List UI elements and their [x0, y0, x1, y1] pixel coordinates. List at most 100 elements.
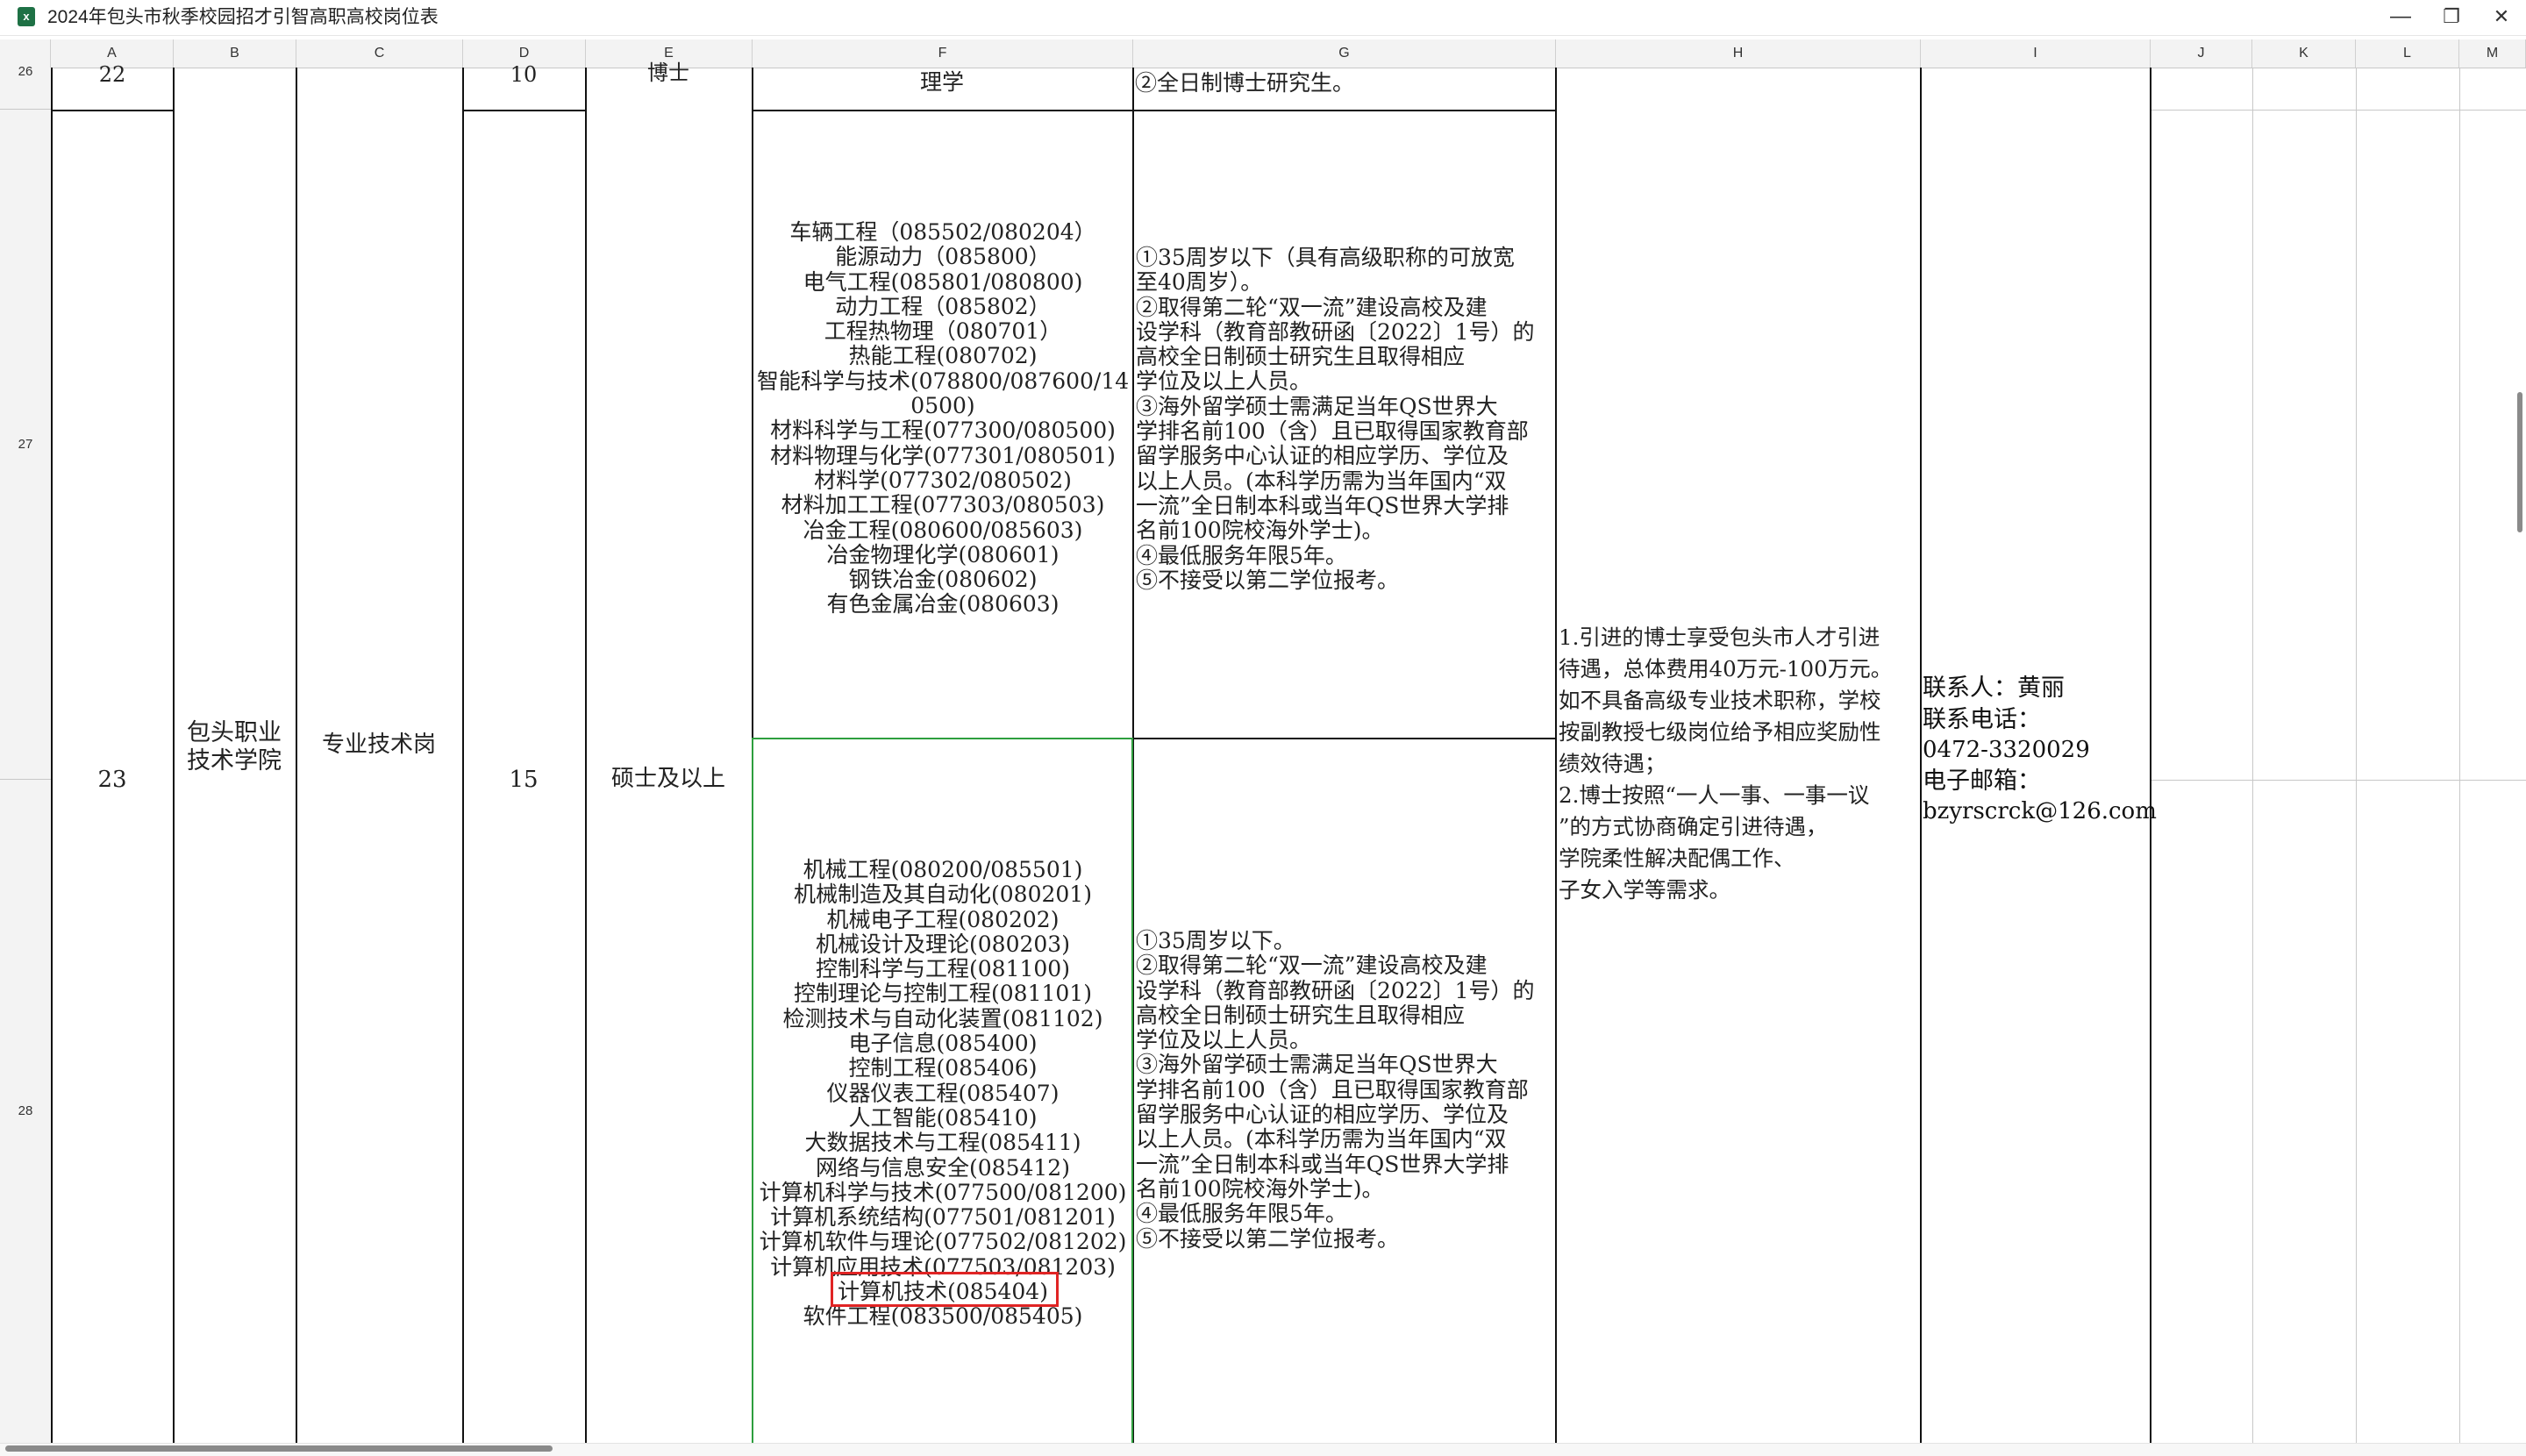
cell-g27-requirements[interactable]: ①35周岁以下（具有高级职称的可放宽 至40周岁）。 ②取得第二轮“双一流”建设高校…	[1136, 245, 1553, 593]
major-line: 智能科学与技术(078800/087600/14	[756, 368, 1130, 394]
major-line: 材料学(077302/080502)	[814, 467, 1072, 493]
major-line: 检测技术与自动化装置(081102)	[782, 1005, 1103, 1031]
major-line: 仪器仪表工程(085407)	[826, 1080, 1060, 1106]
contact-email: bzyrscrck@126.com	[1923, 798, 2157, 824]
major-line: 机械工程(080200/085501)	[803, 857, 1083, 882]
benefit-line: 按副教授七级岗位给予相应奖励性	[1559, 719, 1881, 745]
requirement-line: 学排名前100（含）且已取得国家教育部	[1136, 418, 1529, 445]
cell-d27-count[interactable]: 15	[462, 767, 585, 792]
requirement-line: 名前100院校海外学士)。	[1136, 517, 1384, 544]
major-line: 热能工程(080702)	[848, 343, 1038, 369]
contact-email-label: 电子邮箱：	[1923, 767, 2041, 794]
cell-b27-school[interactable]: 包头职业 技术学院	[173, 719, 296, 775]
major-line: 机械电子工程(080202)	[826, 906, 1060, 932]
school-name-line: 技术学院	[187, 747, 282, 774]
excel-icon: x	[18, 7, 35, 26]
major-line: 材料科学与工程(077300/080500)	[770, 418, 1116, 444]
horizontal-scrollbar-thumb[interactable]	[5, 1445, 553, 1452]
column-header-c[interactable]: C	[296, 39, 463, 68]
benefit-line: 待遇，总体费用40万元-100万元。	[1559, 656, 1893, 682]
column-header-k[interactable]: K	[2252, 39, 2356, 68]
major-line: 动力工程（085802）	[835, 293, 1051, 319]
major-line: 冶金物理化学(080601)	[826, 541, 1060, 567]
cell-g28-requirements[interactable]: ①35周岁以下。 ②取得第二轮“双一流”建设高校及建 设学科（教育部教研函〔2022…	[1136, 928, 1553, 1252]
benefit-line: ”的方式协商确定引进待遇，	[1559, 814, 1828, 839]
cell-c27-post-type[interactable]: 专业技术岗	[296, 732, 462, 757]
cell-e27-degree[interactable]: 硕士及以上	[585, 767, 752, 791]
major-line: 机械设计及理论(080203)	[816, 931, 1070, 957]
grid-line	[2356, 68, 2357, 1443]
column-header-h[interactable]: H	[1556, 39, 1921, 68]
contact-phone: 0472-3320029	[1923, 737, 2090, 763]
requirement-line: 一流”全日制本科或当年QS世界大学排	[1136, 492, 1509, 518]
requirement-line: ③海外留学硕士需满足当年QS世界大	[1136, 393, 1498, 419]
column-header-m[interactable]: M	[2459, 39, 2526, 68]
column-header-g[interactable]: G	[1133, 39, 1556, 68]
selection-border	[752, 738, 1133, 739]
benefit-line: 2.博士按照“一人一事、一事一议	[1559, 782, 1870, 808]
column-header-f[interactable]: F	[753, 39, 1133, 68]
benefit-line: 如不具备高级专业技术职称，学校	[1559, 688, 1881, 713]
minimize-button[interactable]: —	[2373, 0, 2429, 35]
requirement-line: ①35周岁以下（具有高级职称的可放宽	[1136, 245, 1515, 270]
cell-f26[interactable]: 理学	[752, 70, 1132, 95]
requirement-line: 学排名前100（含）且已取得国家教育部	[1136, 1076, 1529, 1103]
grid-line	[2252, 68, 2253, 1443]
requirement-line: 高校全日制硕士研究生且取得相应	[1136, 1002, 1466, 1028]
requirement-line: 以上人员。(本科学历需为当年国内“双	[1136, 467, 1507, 494]
major-line: 计算机应用技术(077503/081203)	[770, 1253, 1116, 1280]
cell-h27-benefits[interactable]: 1.引进的博士享受包头市人才引进 待遇，总体费用40万元-100万元。 如不具备高级…	[1559, 622, 1920, 906]
major-line: 计算机科学与技术(077500/081200)	[759, 1179, 1127, 1205]
benefit-line: 学院柔性解决配偶工作、	[1559, 846, 1795, 871]
major-line: 冶金工程(080600/085603)	[803, 517, 1083, 543]
requirement-line: 学位及以上人员。	[1136, 1027, 1312, 1053]
requirement-line: 学位及以上人员。	[1136, 368, 1312, 395]
column-header-l[interactable]: L	[2356, 39, 2459, 68]
vertical-scrollbar-thumb[interactable]	[2517, 392, 2522, 532]
requirement-line: ④最低服务年限5年。	[1136, 542, 1347, 568]
requirement-line: 留学服务中心认证的相应学历、学位及	[1136, 443, 1509, 469]
cell-a26[interactable]: 22	[51, 62, 174, 87]
spreadsheet-grid[interactable]: 22 10 博士 理学 ②全日制博士研究生。 23 包头职业 技术学院 专业技术…	[0, 61, 2526, 1443]
column-header-i[interactable]: I	[1921, 39, 2151, 68]
school-name-line: 包头职业	[187, 719, 282, 746]
major-line: 计算机软件与理论(077502/081202)	[759, 1229, 1127, 1255]
major-line: 控制理论与控制工程(081101)	[794, 981, 1092, 1007]
benefit-line: 子女入学等需求。	[1559, 877, 1730, 903]
major-line: 计算机技术(085404)	[838, 1279, 1048, 1305]
column-header-b[interactable]: B	[174, 39, 296, 68]
major-line: 人工智能(085410)	[848, 1104, 1038, 1131]
table-border	[462, 110, 585, 111]
cell-g26[interactable]: ②全日制博士研究生。	[1135, 71, 1554, 96]
grid-line	[2151, 110, 2526, 111]
benefit-line: 绩效待遇；	[1559, 751, 1666, 776]
column-header-j[interactable]: J	[2151, 39, 2252, 68]
table-border	[1555, 68, 1557, 1443]
requirement-line: ⑤不接受以第二学位报考。	[1136, 567, 1400, 593]
table-border	[462, 68, 464, 1443]
cell-f28-majors[interactable]: 机械工程(080200/085501) 机械制造及其自动化(080201) 机械电子…	[753, 857, 1132, 1330]
table-border	[51, 68, 53, 1443]
contact-person-line: 联系人：黄丽	[1923, 674, 2065, 701]
restore-button[interactable]: ❐	[2423, 0, 2480, 35]
requirement-line: ③海外留学硕士需满足当年QS世界大	[1136, 1052, 1498, 1078]
table-border	[752, 110, 1555, 111]
major-line: 能源动力（085800）	[835, 244, 1051, 270]
requirement-line: 一流”全日制本科或当年QS世界大学排	[1136, 1151, 1509, 1177]
requirement-line: 设学科（教育部教研函〔2022〕1号）的	[1136, 977, 1535, 1003]
close-button[interactable]: ✕	[2473, 0, 2526, 35]
grid-line	[2151, 780, 2526, 781]
major-line: 大数据技术与工程(085411)	[804, 1130, 1081, 1156]
cell-a27-seq[interactable]: 23	[51, 767, 174, 792]
requirement-line: 以上人员。(本科学历需为当年国内“双	[1136, 1126, 1507, 1153]
major-line: 钢铁冶金(080602)	[848, 567, 1038, 593]
cell-d26[interactable]: 10	[462, 62, 585, 87]
grid-line	[2459, 68, 2460, 1443]
title-bar: x 2024年包头市秋季校园招才引智高职高校岗位表 — ❐ ✕	[0, 0, 2526, 36]
major-line: 电子信息(085400)	[848, 1031, 1038, 1057]
cell-f27-majors[interactable]: 车辆工程（085502/080204） 能源动力（085800） 电气工程(0858…	[753, 219, 1132, 617]
cell-e26[interactable]: 博士	[585, 61, 752, 85]
requirement-line: 至40周岁）。	[1136, 269, 1263, 296]
requirement-line: ②取得第二轮“双一流”建设高校及建	[1136, 294, 1488, 320]
cell-i27-contact[interactable]: 联系人：黄丽 联系电话： 0472-3320029 电子邮箱： bzyrscrc…	[1923, 673, 2157, 827]
